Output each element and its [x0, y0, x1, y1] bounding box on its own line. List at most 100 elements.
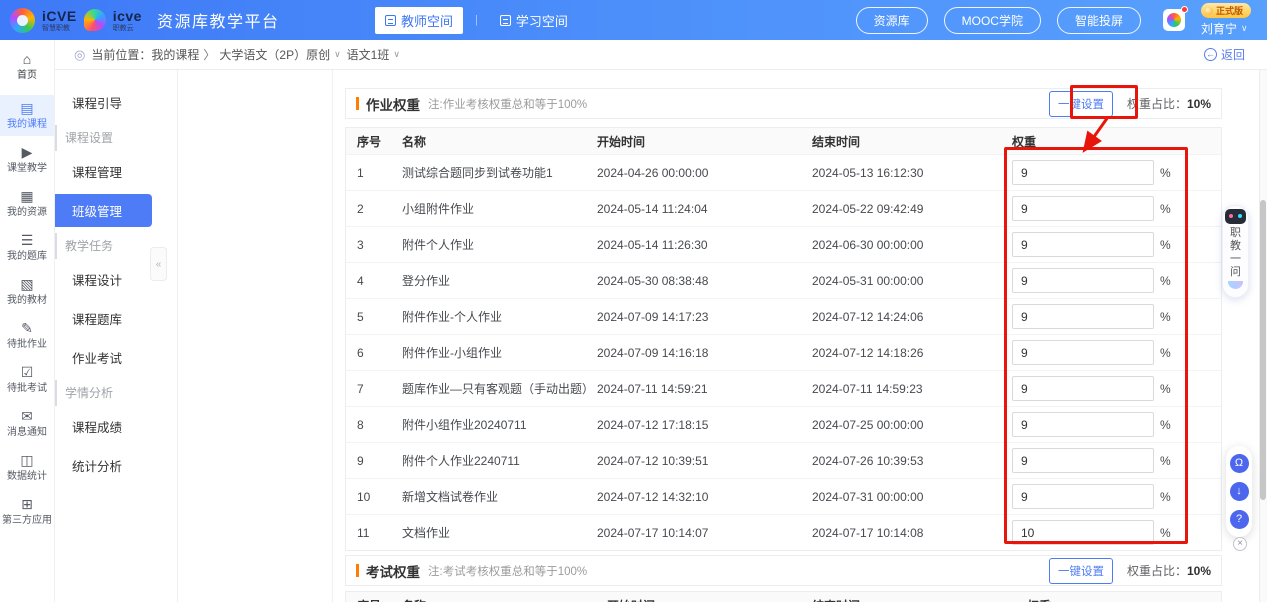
close-toolbar-icon[interactable]: × — [1233, 537, 1247, 551]
breadcrumb-separator: 〉 — [203, 46, 215, 63]
rail-item-1[interactable]: ▤我的课程 — [0, 95, 54, 136]
download-icon[interactable]: ↓ — [1230, 482, 1249, 501]
smart-cast-button[interactable]: 智能投屏 — [1057, 7, 1141, 34]
table-cell: 新增文档试卷作业 — [391, 488, 586, 505]
homework-row: 4登分作业2024-05-30 08:38:482024-05-31 00:00… — [346, 262, 1221, 298]
third-party-apps-icon: ⊞ — [21, 497, 33, 512]
mooc-college-button[interactable]: MOOC学院 — [944, 7, 1041, 34]
scrollbar-track[interactable] — [1259, 70, 1267, 602]
username[interactable]: 刘育宁 ∨ — [1201, 20, 1248, 37]
icve-cloud-logo-text: icve 职教云 — [113, 9, 142, 32]
homework-row: 11文档作业2024-07-17 10:14:072024-07-17 10:1… — [346, 514, 1221, 550]
chevron-down-icon[interactable]: ∨ — [334, 49, 341, 60]
resource-library-button[interactable]: 资源库 — [856, 7, 928, 34]
rail-item-label: 消息通知 — [7, 427, 47, 438]
space-tab-student[interactable]: 学习空间 — [490, 7, 578, 34]
weight-input[interactable] — [1012, 448, 1154, 473]
rail-item-9[interactable]: ◫数据统计 — [0, 447, 54, 488]
menu-collapse-button[interactable]: « — [150, 247, 167, 281]
table-cell: 10 — [346, 490, 391, 504]
menu-item-9[interactable]: 课程成绩 — [55, 410, 177, 443]
breadcrumb-item-0[interactable]: 我的课程 — [151, 46, 199, 63]
ai-assistant-widget[interactable]: 职教一问 — [1222, 205, 1249, 298]
rail-item-8[interactable]: ✉消息通知 — [0, 403, 54, 444]
weight-input[interactable] — [1012, 232, 1154, 257]
breadcrumb-prefix: 当前位置： — [91, 46, 151, 63]
rail-item-label: 待批作业 — [7, 339, 47, 350]
percent-unit: % — [1160, 490, 1171, 504]
icve-swirl-logo-icon — [10, 8, 35, 33]
menu-item-3[interactable]: 班级管理 — [55, 194, 152, 227]
classroom-teaching-icon: ▶ — [22, 145, 33, 160]
table-cell: 2024-05-14 11:26:30 — [586, 238, 801, 252]
menu-section-1: 课程设置 — [55, 125, 177, 151]
weight-input[interactable] — [1012, 196, 1154, 221]
col-header-end: 结束时间 — [801, 133, 1001, 150]
table-cell: 2024-07-12 14:32:10 — [586, 490, 801, 504]
percent-unit: % — [1160, 382, 1171, 396]
rail-item-5[interactable]: ▧我的教材 — [0, 271, 54, 312]
medal-icon — [1205, 7, 1213, 15]
rail-item-7[interactable]: ☑待批考试 — [0, 359, 54, 400]
percent-unit: % — [1160, 166, 1171, 180]
weight-input[interactable] — [1012, 340, 1154, 365]
weight-input[interactable] — [1012, 412, 1154, 437]
homework-table-header: 序号 名称 开始时间 结束时间 权重 — [346, 128, 1221, 154]
rail-item-3[interactable]: ▦我的资源 — [0, 183, 54, 224]
table-cell: 2024-05-31 00:00:00 — [801, 274, 1001, 288]
chevron-down-icon[interactable]: ∨ — [393, 49, 400, 60]
back-button[interactable]: ← 返回 — [1204, 46, 1245, 63]
rail-item-10[interactable]: ⊞第三方应用 — [0, 491, 54, 532]
rail-item-2[interactable]: ▶课堂教学 — [0, 139, 54, 180]
wave-decoration — [1228, 281, 1243, 289]
my-resources-icon: ▦ — [20, 189, 33, 204]
breadcrumb-item-1[interactable]: 大学语文（2P）原创 — [219, 46, 330, 63]
user-block[interactable]: 正式版 刘育宁 ∨ — [1201, 3, 1251, 37]
table-cell: 4 — [346, 274, 391, 288]
app-notification-icon[interactable] — [1163, 9, 1185, 31]
menu-item-7[interactable]: 作业考试 — [55, 341, 177, 374]
breadcrumb-item-2[interactable]: 语文1班 — [347, 46, 390, 63]
top-header: iCVE 智慧职教 icve 职教云 资源库教学平台 教师空间|学习空间 资源库… — [0, 0, 1267, 40]
weight-input[interactable] — [1012, 304, 1154, 329]
icve-logo-text: iCVE 智慧职教 — [42, 9, 77, 32]
customer-service-icon[interactable]: Ω — [1230, 454, 1249, 473]
weight-input[interactable] — [1012, 484, 1154, 509]
percent-unit: % — [1160, 526, 1171, 540]
orange-bar-icon — [356, 97, 359, 110]
menu-item-10[interactable]: 统计分析 — [55, 449, 177, 482]
percent-unit: % — [1160, 310, 1171, 324]
exam-quick-set-button[interactable]: 一键设置 — [1049, 558, 1113, 584]
my-courses-icon: ▤ — [20, 101, 33, 116]
table-cell: 2024-05-13 16:12:30 — [801, 166, 1001, 180]
menu-item-6[interactable]: 课程题库 — [55, 302, 177, 335]
homework-section-title: 作业权重 — [366, 94, 420, 114]
rail-item-0[interactable]: ⌂首页 — [0, 46, 54, 87]
rail-item-6[interactable]: ✎待批作业 — [0, 315, 54, 356]
breadcrumb: ◎ 当前位置： 我的课程〉大学语文（2P）原创∨语文1班∨ ← 返回 — [55, 40, 1267, 70]
exam-weight-ratio: 权重占比：10% — [1127, 562, 1211, 579]
main-content: 作业权重 注:作业考核权重总和等于100% 一键设置 权重占比：10% 序号 名… — [333, 70, 1267, 602]
data-statistics-icon: ◫ — [20, 453, 33, 468]
help-icon[interactable]: ? — [1230, 510, 1249, 529]
table-cell: 8 — [346, 418, 391, 432]
space-tab-teacher[interactable]: 教师空间 — [375, 7, 463, 34]
homework-quick-set-button[interactable]: 一键设置 — [1049, 91, 1113, 117]
weight-input[interactable] — [1012, 160, 1154, 185]
logo-brand: iCVE — [42, 9, 77, 23]
weight-input[interactable] — [1012, 268, 1154, 293]
homework-section-note: 注:作业考核权重总和等于100% — [428, 96, 587, 112]
percent-unit: % — [1160, 238, 1171, 252]
col-header-start: 开始时间 — [596, 597, 801, 602]
table-cell: 2024-07-12 10:39:51 — [586, 454, 801, 468]
notification-dot — [1181, 6, 1188, 13]
scrollbar-thumb[interactable] — [1260, 200, 1266, 500]
table-cell: 2024-07-11 14:59:23 — [801, 382, 1001, 396]
weight-input[interactable] — [1012, 376, 1154, 401]
weight-input[interactable] — [1012, 520, 1154, 545]
rail-item-4[interactable]: ☰我的题库 — [0, 227, 54, 268]
menu-item-0[interactable]: 课程引导 — [55, 86, 177, 119]
floating-toolbar: Ω ↓? — [1226, 446, 1252, 537]
homework-row: 7题库作业—只有客观题（手动出题）2024-07-11 14:59:212024… — [346, 370, 1221, 406]
menu-item-2[interactable]: 课程管理 — [55, 155, 177, 188]
